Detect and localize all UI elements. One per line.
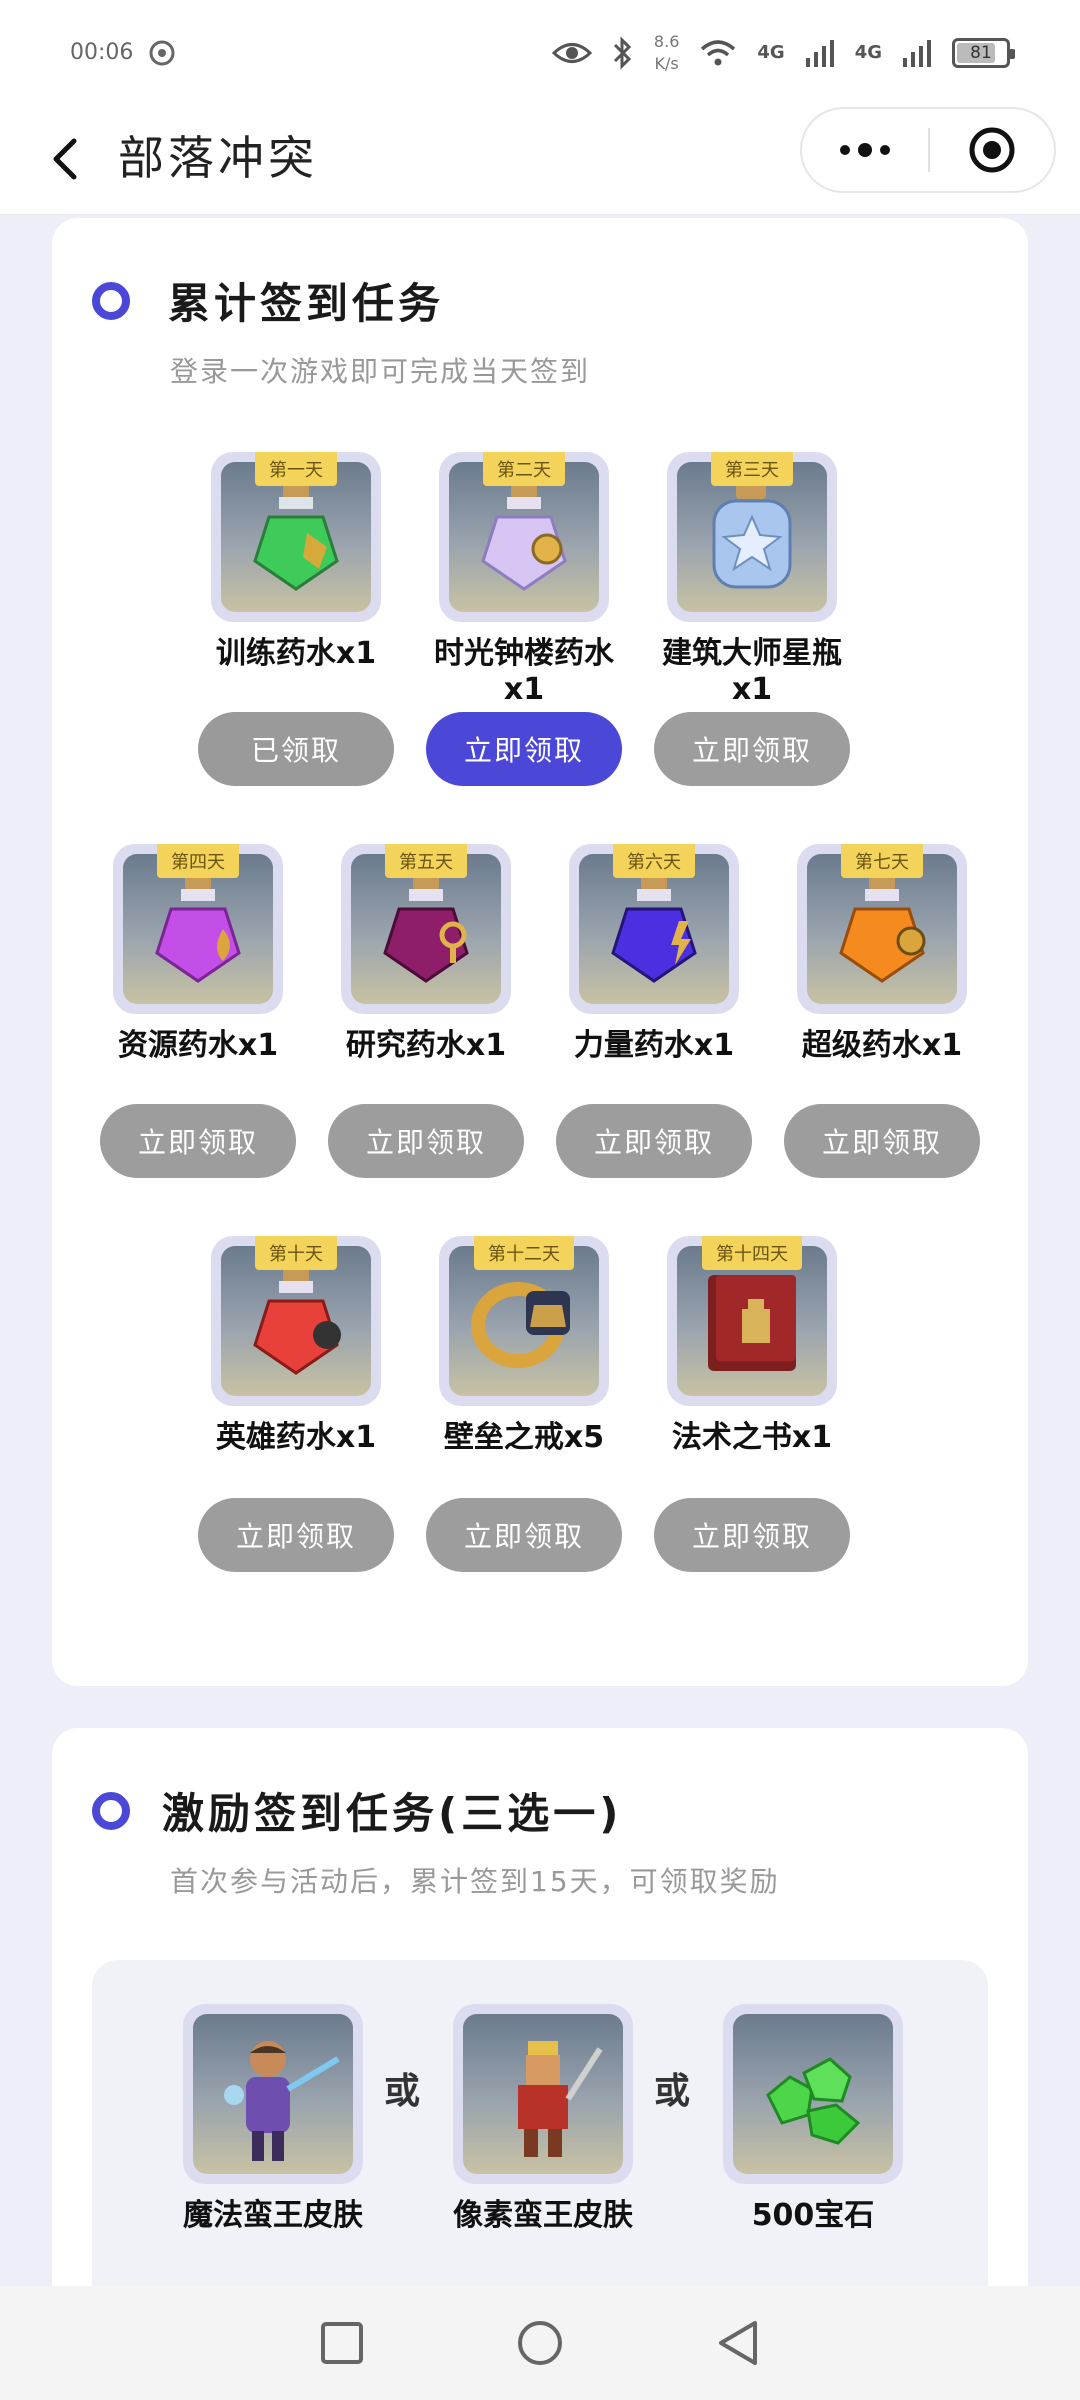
day-tag: 第四天 <box>157 844 239 878</box>
section-ring-icon <box>92 281 130 320</box>
section-title: 激励签到任务(三选一) <box>162 1789 623 1838</box>
reward-name: 500宝石 <box>751 2198 875 2233</box>
reward-name: 训练药水x1 <box>215 636 377 671</box>
claim-now-button[interactable]: 立即领取 <box>328 1104 524 1178</box>
claim-now-button[interactable]: 立即领取 <box>654 712 850 786</box>
resource-potion-icon <box>155 875 241 983</box>
claim-now-button[interactable]: 立即领取 <box>100 1104 296 1178</box>
section-subtitle: 首次参与活动后，累计签到15天，可领取奖励 <box>170 1865 780 1898</box>
day-tag: 第六天 <box>613 844 695 878</box>
day-tag: 第二天 <box>483 452 565 486</box>
reward-name: 魔法蛮王皮肤 <box>183 2198 363 2233</box>
battery-icon: 81 <box>952 37 1015 68</box>
reward-item: 第一天 训练药水x1 <box>196 452 396 672</box>
book-of-spells-icon <box>708 1275 796 1371</box>
section-ring-icon <box>92 1791 130 1830</box>
reward-name: 力量药水x1 <box>573 1028 735 1063</box>
reward-item: 第十天 英雄药水x1 <box>196 1236 396 1456</box>
reward-thumb <box>183 2004 363 2184</box>
day-tag: 第十四天 <box>702 1236 802 1270</box>
claim-now-button[interactable]: 立即领取 <box>654 1498 850 1572</box>
reward-name: 资源药水x1 <box>117 1028 279 1063</box>
day-tag: 第一天 <box>255 452 337 486</box>
clock-tower-potion-icon <box>481 483 567 591</box>
reward-thumb <box>453 2004 633 2184</box>
reward-choice[interactable]: 像素蛮王皮肤 <box>438 2004 648 2234</box>
day-tag: 第五天 <box>385 844 467 878</box>
card-header: 激励签到任务(三选一) <box>92 1780 622 1841</box>
reward-item: 第十四天 法术之书x1 <box>652 1236 852 1456</box>
power-potion-icon <box>611 875 697 983</box>
mini-program-capsule <box>800 107 1056 193</box>
reward-item: 第二天 时光钟楼药水x1 <box>424 452 624 708</box>
status-time: 00:06 <box>70 40 134 65</box>
status-bar: 00:06 8.6 K/s 4G 4G 81 <box>0 0 1080 105</box>
builder-star-jar-icon <box>712 483 792 589</box>
reward-item: 第五天 研究药水x1 <box>326 844 526 1064</box>
signal-1-label: 4G <box>757 42 785 63</box>
more-button[interactable] <box>802 109 928 191</box>
day-tag: 第七天 <box>841 844 923 878</box>
home-circle-icon[interactable] <box>515 2318 565 2368</box>
app-notification-icon <box>149 40 175 65</box>
back-arrow-icon[interactable] <box>36 129 96 189</box>
reward-thumb <box>723 2004 903 2184</box>
day-tag: 第十天 <box>255 1236 337 1270</box>
reward-item: 第六天 力量药水x1 <box>554 844 754 1064</box>
signal-bars-icon <box>903 39 931 67</box>
claim-now-button[interactable]: 立即领取 <box>784 1104 980 1178</box>
day-tag: 第三天 <box>711 452 793 486</box>
page-title: 部落冲突 <box>118 131 318 185</box>
reward-item: 第三天 建筑大师星瓶x1 <box>652 452 852 708</box>
bluetooth-icon <box>613 35 632 70</box>
pixel-barbarian-king-skin-icon <box>518 2041 603 2157</box>
reward-name: 超级药水x1 <box>801 1028 963 1063</box>
nav-bar: 部落冲突 <box>0 105 1080 215</box>
back-triangle-icon[interactable] <box>715 2318 761 2368</box>
wifi-icon <box>701 39 736 65</box>
reward-item: 第十二天 壁垒之戒x5 <box>424 1236 624 1456</box>
gems-icon <box>766 2057 861 2145</box>
training-potion-icon <box>253 483 339 591</box>
claim-now-button[interactable]: 立即领取 <box>426 712 622 786</box>
claim-now-button[interactable]: 立即领取 <box>556 1104 752 1178</box>
target-icon <box>969 127 1015 173</box>
reward-name: 壁垒之戒x5 <box>443 1420 605 1455</box>
reward-item: 第七天 超级药水x1 <box>782 844 982 1064</box>
reward-name: 像素蛮王皮肤 <box>453 2198 633 2233</box>
super-potion-icon <box>839 875 926 983</box>
reward-name: 研究药水x1 <box>345 1028 507 1063</box>
reward-name: 法术之书x1 <box>671 1420 833 1455</box>
eye-icon <box>551 42 592 63</box>
section-subtitle: 登录一次游戏即可完成当天签到 <box>170 355 591 388</box>
claim-now-button[interactable]: 立即领取 <box>198 1498 394 1572</box>
or-separator: 或 <box>384 2071 421 2112</box>
reward-name: 建筑大师星瓶x1 <box>662 636 842 707</box>
signal-bars-icon <box>805 39 834 67</box>
day-tag: 第十二天 <box>474 1236 574 1270</box>
close-button[interactable] <box>930 125 1054 175</box>
card-header: 累计签到任务 <box>92 270 444 331</box>
system-nav-bar <box>0 2286 1080 2400</box>
or-separator: 或 <box>654 2071 691 2112</box>
research-potion-icon <box>383 875 469 983</box>
cumulative-signin-card: 累计签到任务 登录一次游戏即可完成当天签到 第一天 训练药水x1 第二天 时光钟… <box>52 218 1028 1686</box>
claim-now-button[interactable]: 立即领取 <box>426 1498 622 1572</box>
reward-choice[interactable]: 魔法蛮王皮肤 <box>168 2004 378 2234</box>
magic-barbarian-king-skin-icon <box>224 2041 340 2161</box>
reward-name: 时光钟楼药水x1 <box>434 636 614 707</box>
reward-item: 第四天 资源药水x1 <box>98 844 298 1064</box>
reward-choice[interactable]: 500宝石 <box>708 2004 918 2234</box>
wall-ring-icon <box>471 1282 570 1368</box>
reward-name: 英雄药水x1 <box>215 1420 377 1455</box>
claimed-button[interactable]: 已领取 <box>198 712 394 786</box>
signal-2-label: 4G <box>854 42 882 63</box>
hero-potion-icon <box>253 1267 341 1375</box>
net-speed: 8.6 K/s <box>653 31 680 73</box>
recent-apps-square-icon[interactable] <box>319 2320 365 2366</box>
section-title: 累计签到任务 <box>168 279 445 328</box>
